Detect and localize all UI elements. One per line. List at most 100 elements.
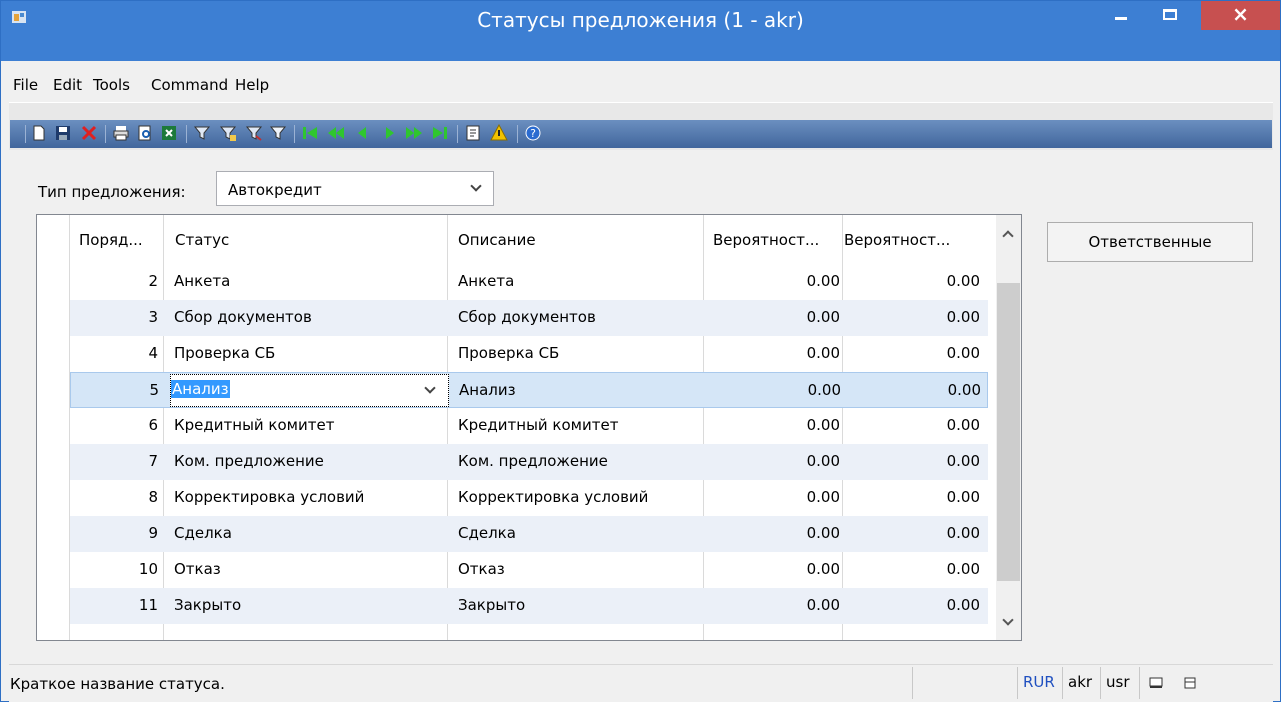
close-button[interactable]: × (1201, 1, 1280, 30)
cell-status[interactable]: Анализ (171, 380, 230, 398)
cell-probability-2[interactable]: 0.00 (860, 596, 980, 614)
first-record-icon[interactable] (301, 124, 319, 142)
cell-probability-1[interactable]: 0.00 (730, 308, 840, 326)
minimize-button[interactable] (1098, 1, 1144, 30)
scroll-thumb[interactable] (997, 283, 1020, 581)
next-record-icon[interactable] (381, 124, 399, 142)
cell-probability-1[interactable]: 0.00 (730, 596, 840, 614)
save-icon[interactable] (54, 124, 72, 142)
cell-order[interactable]: 3 (70, 308, 158, 326)
responsible-button[interactable]: Ответственные (1047, 222, 1253, 262)
cell-probability-2[interactable]: 0.00 (860, 524, 980, 542)
table-row[interactable]: 5 Анализ Анализ 0.00 0.00 (70, 372, 988, 408)
column-header-probability-2[interactable]: Вероятност... (844, 231, 968, 249)
cell-probability-2[interactable]: 0.00 (860, 416, 980, 434)
menu-help[interactable]: Help (235, 76, 269, 94)
menu-edit[interactable]: Edit (53, 76, 82, 94)
cell-status[interactable]: Проверка СБ (174, 344, 275, 362)
scroll-down-icon[interactable] (1002, 614, 1014, 626)
cell-probability-1[interactable]: 0.00 (731, 381, 841, 399)
prev-page-icon[interactable] (327, 124, 345, 142)
chevron-down-icon[interactable] (424, 382, 436, 394)
cell-status[interactable]: Анкета (174, 272, 230, 290)
table-row[interactable]: 9 Сделка Сделка 0.00 0.00 (70, 516, 988, 552)
vertical-scrollbar[interactable] (996, 215, 1021, 640)
cell-probability-2[interactable]: 0.00 (861, 381, 981, 399)
cell-status[interactable]: Закрыто (174, 596, 241, 614)
help-icon[interactable]: ? (524, 124, 542, 142)
maximize-button[interactable] (1147, 1, 1193, 30)
title-bar[interactable]: Статусы предложения (1 - akr) × (1, 1, 1280, 61)
cell-order[interactable]: 5 (71, 381, 159, 399)
cell-status[interactable]: Ком. предложение (174, 452, 324, 470)
column-header-description[interactable]: Описание (458, 231, 698, 249)
table-row[interactable]: 6 Кредитный комитет Кредитный комитет 0.00 0… (70, 408, 988, 444)
table-row[interactable]: 7 Ком. предложение Ком. предложение 0.00 0.0… (70, 444, 988, 480)
column-header-status[interactable]: Статус (175, 231, 435, 249)
cell-description[interactable]: Закрыто (458, 596, 525, 614)
cell-probability-1[interactable]: 0.00 (730, 560, 840, 578)
table-row[interactable]: 10 Отказ Отказ 0.00 0.00 (70, 552, 988, 588)
last-record-icon[interactable] (431, 124, 449, 142)
print-icon[interactable] (112, 124, 130, 142)
cell-order[interactable]: 6 (70, 416, 158, 434)
cell-probability-1[interactable]: 0.00 (730, 524, 840, 542)
cell-probability-1[interactable]: 0.00 (730, 452, 840, 470)
cell-probability-2[interactable]: 0.00 (860, 308, 980, 326)
cell-description[interactable]: Отказ (458, 560, 505, 578)
cell-probability-2[interactable]: 0.00 (860, 560, 980, 578)
menu-command[interactable]: Command (151, 76, 228, 94)
table-row[interactable]: 8 Корректировка условий Корректировка усло… (70, 480, 988, 516)
cell-order[interactable]: 9 (70, 524, 158, 542)
document-icon[interactable] (464, 124, 482, 142)
table-row[interactable]: 4 Проверка СБ Проверка СБ 0.00 0.00 (70, 336, 988, 372)
cell-description[interactable]: Сделка (458, 524, 516, 542)
cell-order[interactable]: 8 (70, 488, 158, 506)
column-header-order[interactable]: Поряд... (79, 231, 161, 249)
cell-order[interactable]: 4 (70, 344, 158, 362)
cell-status[interactable]: Кредитный комитет (174, 416, 334, 434)
status-combo-editor[interactable]: Анализ (170, 374, 449, 407)
statuses-grid[interactable]: Поряд... Статус Описание Вероятност... В… (36, 214, 1022, 641)
cell-description[interactable]: Кредитный комитет (458, 416, 618, 434)
cell-order[interactable]: 7 (70, 452, 158, 470)
filter-by-selection-icon[interactable] (219, 124, 237, 142)
session-icon[interactable] (1149, 677, 1163, 689)
cell-description[interactable]: Проверка СБ (458, 344, 559, 362)
status-currency[interactable]: RUR (1023, 673, 1055, 691)
cell-probability-1[interactable]: 0.00 (730, 272, 840, 290)
filter-icon[interactable] (193, 124, 211, 142)
cell-probability-2[interactable]: 0.00 (860, 344, 980, 362)
print-preview-icon[interactable] (136, 124, 154, 142)
cell-status[interactable]: Сбор документов (174, 308, 312, 326)
table-row[interactable]: 2 Анкета Анкета 0.00 0.00 (70, 264, 988, 300)
cell-description[interactable]: Анкета (458, 272, 514, 290)
cell-order[interactable]: 2 (70, 272, 158, 290)
new-icon[interactable] (30, 124, 48, 142)
delete-icon[interactable] (80, 124, 98, 142)
cell-status[interactable]: Сделка (174, 524, 232, 542)
column-header-probability-1[interactable]: Вероятност... (713, 231, 837, 249)
cell-order[interactable]: 10 (70, 560, 158, 578)
excel-export-icon[interactable] (160, 124, 178, 142)
cell-status[interactable]: Корректировка условий (174, 488, 364, 506)
table-row[interactable]: 11 Закрыто Закрыто 0.00 0.00 (70, 588, 988, 624)
cell-status[interactable]: Отказ (174, 560, 221, 578)
next-page-icon[interactable] (405, 124, 423, 142)
cell-probability-1[interactable]: 0.00 (730, 416, 840, 434)
cell-description[interactable]: Корректировка условий (458, 488, 648, 506)
cell-probability-2[interactable]: 0.00 (860, 452, 980, 470)
cell-order[interactable]: 11 (70, 596, 158, 614)
table-row[interactable]: 3 Сбор документов Сбор документов 0.00 0.00 (70, 300, 988, 336)
cell-description[interactable]: Сбор документов (458, 308, 596, 326)
cell-probability-2[interactable]: 0.00 (860, 272, 980, 290)
menu-file[interactable]: File (13, 76, 38, 94)
clear-filter-icon[interactable] (269, 124, 287, 142)
menu-tools[interactable]: Tools (93, 76, 130, 94)
prev-record-icon[interactable] (353, 124, 371, 142)
cell-description[interactable]: Ком. предложение (458, 452, 608, 470)
cell-probability-1[interactable]: 0.00 (730, 344, 840, 362)
database-icon[interactable] (1183, 677, 1197, 689)
cell-probability-2[interactable]: 0.00 (860, 488, 980, 506)
alert-icon[interactable] (490, 124, 508, 142)
